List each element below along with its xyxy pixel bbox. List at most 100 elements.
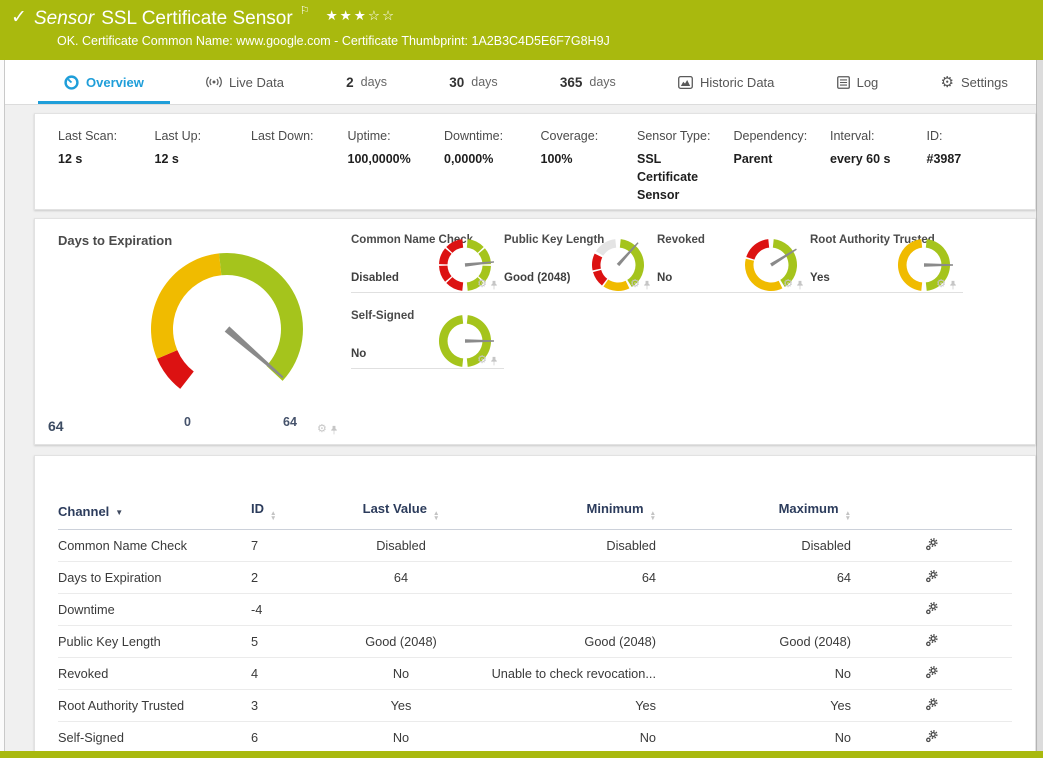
gauge-tile-root-authority-trusted[interactable]: Root Authority TrustedYes⚙ (810, 229, 963, 293)
pin-icon[interactable] (796, 280, 804, 290)
sensor-status-message: OK. Certificate Common Name: www.google.… (57, 34, 610, 48)
tab-2-days[interactable]: 2days (320, 60, 413, 104)
gauge-settings-gear-icon[interactable]: ⚙ (477, 279, 487, 290)
gauge-settings-gear-icon[interactable]: ⚙ (936, 279, 946, 290)
gauge-tile-revoked[interactable]: RevokedNo⚙ (657, 229, 810, 293)
cell-max: No (656, 658, 851, 690)
info-downtime: Downtime:0,0000% (444, 129, 541, 209)
main-gauge-value: 64 (48, 418, 64, 434)
cell-last: Good (2048) (346, 626, 456, 658)
sort-icon: ▲▼ (270, 511, 276, 521)
tab-365-days[interactable]: 365days (534, 60, 642, 104)
table-row-public-key-length[interactable]: Public Key Length5Good (2048)Good (2048)… (58, 626, 1012, 658)
right-edge-scroll-gutter (1036, 60, 1043, 751)
gauge-tile-actions: ⚙ (477, 355, 498, 366)
cell-channel: Days to Expiration (58, 562, 251, 594)
pin-icon[interactable] (949, 280, 957, 290)
table-row-root-authority-trusted[interactable]: Root Authority Trusted3YesYesYes (58, 690, 1012, 722)
info-value: SSL Certificate Sensor (637, 150, 717, 204)
cell-max: Yes (656, 690, 851, 722)
live-signal-icon (206, 76, 222, 88)
historic-chart-icon (678, 76, 693, 89)
pin-icon[interactable] (490, 280, 498, 290)
gauge-tile-title: Self-Signed (351, 310, 414, 322)
column-header-maximum[interactable]: Maximum▲▼ (656, 501, 851, 530)
cell-id: 3 (251, 690, 346, 722)
table-row-common-name-check[interactable]: Common Name Check7DisabledDisabledDisabl… (58, 530, 1012, 562)
tab-label: Historic Data (700, 75, 774, 90)
gear-icon: ⚙ (940, 75, 953, 90)
channel-settings-icon (925, 730, 938, 743)
pin-icon[interactable] (490, 356, 498, 366)
cell-max: Good (2048) (656, 626, 851, 658)
gauge-tile-public-key-length[interactable]: Public Key LengthGood (2048)⚙ (504, 229, 657, 293)
cell-min: Good (2048) (456, 626, 656, 658)
gauge-settings-gear-icon[interactable]: ⚙ (783, 279, 793, 290)
edit-channel-button[interactable] (925, 634, 938, 647)
edit-channel-button[interactable] (925, 698, 938, 711)
cell-id: 2 (251, 562, 346, 594)
cell-min: 64 (456, 562, 656, 594)
sensor-title-line: SensorSSL Certificate Sensor⚐★★★☆☆ (34, 4, 396, 30)
cell-id: 6 (251, 722, 346, 753)
edit-channel-button[interactable] (925, 570, 938, 583)
cell-last: 64 (346, 562, 456, 594)
tab-log[interactable]: Log (811, 60, 905, 104)
gauge-settings-gear-icon[interactable]: ⚙ (317, 424, 327, 435)
tab-number: 30 (449, 75, 464, 90)
tab-overview[interactable]: Overview (38, 60, 170, 104)
tab-bar: OverviewLive Data2days30days365days Histo… (5, 60, 1036, 105)
info-interval: Interval: every 60 s (830, 129, 927, 209)
tab-30-days[interactable]: 30days (423, 60, 523, 104)
column-header-channel[interactable]: Channel▼ (58, 501, 251, 530)
edit-channel-button[interactable] (925, 602, 938, 615)
cell-last (346, 594, 456, 626)
stars-empty: ☆☆ (368, 8, 396, 23)
gauge-tile-common-name-check[interactable]: Common Name CheckDisabled⚙ (351, 229, 504, 293)
tab-settings[interactable]: ⚙Settings (914, 60, 1033, 104)
table-row-downtime[interactable]: Downtime-4 (58, 594, 1012, 626)
cell-channel: Public Key Length (58, 626, 251, 658)
gauge-tile-self-signed[interactable]: Self-SignedNo⚙ (351, 305, 504, 369)
stars-filled: ★★★ (326, 8, 368, 23)
cell-min: Disabled (456, 530, 656, 562)
gauge-settings-gear-icon[interactable]: ⚙ (630, 279, 640, 290)
edit-channel-button[interactable] (925, 538, 938, 551)
table-row-revoked[interactable]: Revoked4NoUnable to check revocation...N… (58, 658, 1012, 690)
cell-id: 5 (251, 626, 346, 658)
pin-icon[interactable] (330, 425, 338, 435)
gauge-icon (64, 75, 79, 90)
cell-last: Disabled (346, 530, 456, 562)
column-header-id[interactable]: ID▲▼ (251, 501, 346, 530)
cell-last: Yes (346, 690, 456, 722)
info-label: Interval: (830, 129, 927, 143)
cell-last: No (346, 722, 456, 753)
pin-icon[interactable] (643, 280, 651, 290)
priority-stars[interactable]: ★★★☆☆ (326, 8, 397, 23)
column-header-minimum[interactable]: Minimum▲▼ (456, 501, 656, 530)
gauge-tile-value: Yes (810, 272, 830, 284)
gauge-tile-actions: ⚙ (936, 279, 957, 290)
column-header-last-value[interactable]: Last Value▲▼ (346, 501, 456, 530)
edit-channel-button[interactable] (925, 730, 938, 743)
tab-label: Log (857, 75, 879, 90)
cell-edit (851, 594, 1012, 626)
info-value: 0,0000% (444, 150, 524, 168)
table-row-days-to-expiration[interactable]: Days to Expiration2646464 (58, 562, 1012, 594)
info-value: Parent (734, 150, 814, 168)
object-kind-label: Sensor (34, 8, 94, 29)
table-header-row: Channel▼ ID▲▼ Last Value▲▼ Minimum▲▼ Max… (58, 501, 1012, 530)
tab-live-data[interactable]: Live Data (180, 60, 310, 104)
gauge-settings-gear-icon[interactable]: ⚙ (477, 355, 487, 366)
tab-historic-data[interactable]: Historic Data (652, 60, 800, 104)
flag-icon[interactable]: ⚐ (300, 5, 310, 17)
cell-max: Disabled (656, 530, 851, 562)
info-value: every 60 s (830, 150, 910, 168)
sensor-info-bar: Last Scan:12 sLast Up:12 sLast Down:Upti… (34, 113, 1036, 210)
edit-channel-button[interactable] (925, 666, 938, 679)
info-dependency: Dependency: Parent (734, 129, 831, 209)
table-row-self-signed[interactable]: Self-Signed6NoNoNo (58, 722, 1012, 753)
info-label: Last Scan: (58, 129, 155, 143)
sort-icon: ▲▼ (845, 511, 851, 521)
info-label: Dependency: (734, 129, 831, 143)
